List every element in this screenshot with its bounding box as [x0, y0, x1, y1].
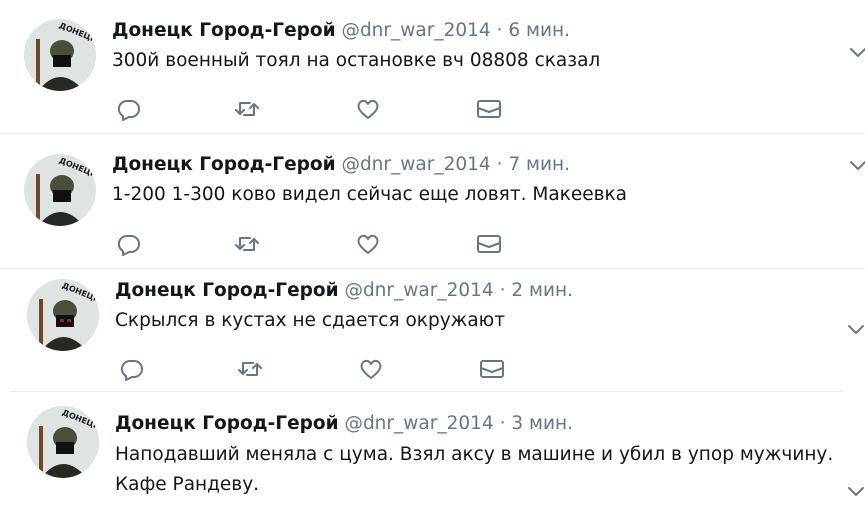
message-button[interactable] [476, 232, 502, 256]
author-name[interactable]: Донецк Город-Герой [112, 154, 336, 175]
tweet-text: Наподавший меняла с цума. Взял аксу в ма… [115, 440, 833, 500]
tweet-header: Донецк Город-Герой @dnr_war_2014 · 7 мин… [112, 153, 570, 177]
chevron-down-icon [848, 325, 864, 335]
reply-icon [117, 234, 140, 256]
tweet-menu-button[interactable] [846, 484, 865, 498]
retweet-icon [238, 362, 262, 376]
meta-separator: · [499, 280, 506, 301]
chevron-down-icon [848, 487, 864, 497]
tweet-menu-button[interactable] [848, 158, 865, 172]
retweet-button[interactable] [237, 357, 263, 381]
message-button[interactable] [479, 357, 505, 381]
tweet-menu-button[interactable] [848, 45, 865, 59]
like-button[interactable] [355, 97, 381, 121]
avatar[interactable]: ДОНЕЦК [24, 154, 96, 226]
chevron-down-icon [850, 48, 865, 58]
retweet-icon [235, 237, 259, 251]
message-icon [477, 235, 501, 253]
retweet-icon [235, 102, 259, 116]
retweet-button[interactable] [234, 97, 260, 121]
tweet-text: 300й военный тоял на остановке вч 08808 … [112, 46, 600, 76]
tweet-text-line: Наподавший меняла с цума. Взял аксу в ма… [115, 444, 834, 465]
tweet-text-line: 1-200 1-300 ково видел сейчас еще ловят.… [112, 184, 628, 205]
timestamp[interactable]: 2 мин. [511, 280, 573, 301]
tweet-text-line: Кафе Рандеву. [115, 474, 260, 495]
tweet-text-line: 300й военный тоял на остановке вч 08808 … [112, 50, 601, 71]
message-icon [480, 360, 504, 378]
like-button[interactable] [358, 357, 384, 381]
author-name[interactable]: Донецк Город-Герой [112, 20, 336, 41]
tweet[interactable]: ДОНЕЦК Донецк Город-Герой @dnr_war_2014 … [0, 134, 865, 268]
message-button[interactable] [476, 97, 502, 121]
avatar[interactable]: ДОНЕЦК [27, 406, 99, 478]
tweet-menu-button[interactable] [846, 322, 865, 336]
reply-button[interactable] [116, 232, 142, 256]
author-name[interactable]: Донецк Город-Герой [115, 413, 339, 434]
tweet-header: Донецк Город-Герой @dnr_war_2014 · 2 мин… [115, 279, 573, 303]
meta-separator: · [496, 154, 503, 175]
reply-button[interactable] [119, 357, 145, 381]
tweet-text-line: Скрылся в кустах не сдается окружают [115, 310, 505, 331]
timestamp[interactable]: 3 мин. [511, 413, 573, 434]
reply-icon [117, 99, 140, 121]
tweet-header: Донецк Город-Герой @dnr_war_2014 · 6 мин… [112, 19, 570, 43]
meta-separator: · [499, 413, 506, 434]
tweet[interactable]: ДОНЕЦК Донецк Город-Герой @dnr_war_2014 … [0, 269, 865, 391]
retweet-button[interactable] [234, 232, 260, 256]
like-button[interactable] [355, 232, 381, 256]
tweet-text: Скрылся в кустах не сдается окружают [115, 306, 505, 336]
avatar[interactable]: ДОНЕЦК [24, 19, 96, 91]
author-handle[interactable]: @dnr_war_2014 [341, 154, 490, 175]
meta-separator: · [496, 20, 503, 41]
reply-icon [120, 359, 143, 381]
avatar[interactable]: ДОНЕЦК [27, 279, 99, 351]
author-name[interactable]: Донецк Город-Герой [115, 280, 339, 301]
tweet[interactable]: ДОНЕЦК Донецк Город-Герой @dnr_war_2014 … [0, 0, 865, 133]
author-handle[interactable]: @dnr_war_2014 [344, 413, 493, 434]
author-handle[interactable]: @dnr_war_2014 [344, 280, 493, 301]
timestamp[interactable]: 6 мин. [508, 20, 570, 41]
chevron-down-icon [850, 161, 865, 171]
tweet-header: Донецк Город-Герой @dnr_war_2014 · 3 мин… [115, 412, 573, 436]
tweet[interactable]: ДОНЕЦК Донецк Город-Герой @dnr_war_2014 … [0, 392, 865, 514]
like-icon [357, 234, 379, 254]
timestamp[interactable]: 7 мин. [508, 154, 570, 175]
tweet-text: 1-200 1-300 ково видел сейчас еще ловят.… [112, 180, 627, 210]
author-handle[interactable]: @dnr_war_2014 [341, 20, 490, 41]
like-icon [357, 99, 379, 119]
message-icon [477, 100, 501, 118]
reply-button[interactable] [116, 97, 142, 121]
like-icon [360, 359, 382, 379]
